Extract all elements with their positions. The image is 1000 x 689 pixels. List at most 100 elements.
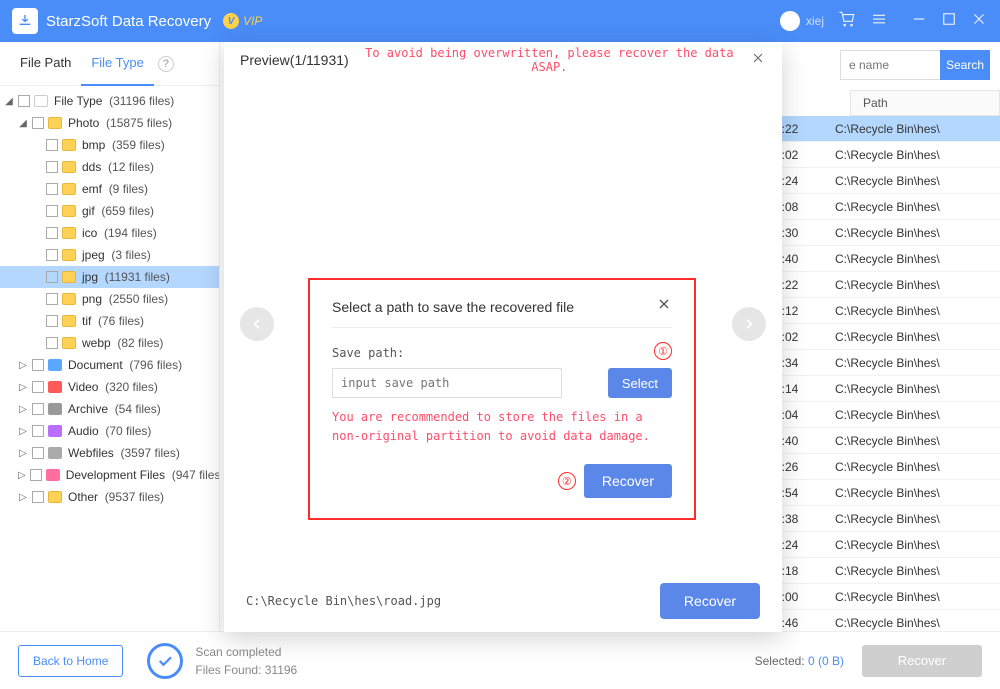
tree-node-jpeg[interactable]: jpeg (3 files) bbox=[0, 244, 219, 266]
checkbox[interactable] bbox=[32, 381, 44, 393]
tree-node-file-type[interactable]: ◢File Type (31196 files) bbox=[0, 90, 219, 112]
save-path-input[interactable] bbox=[332, 368, 562, 398]
result-row[interactable]: 9:08C:\Recycle Bin\hes\ bbox=[775, 194, 1000, 220]
checkbox[interactable] bbox=[46, 227, 58, 239]
tree-node-video[interactable]: ▷Video (320 files) bbox=[0, 376, 219, 398]
user-avatar-icon[interactable] bbox=[780, 11, 800, 31]
checkbox[interactable] bbox=[46, 293, 58, 305]
tree-node-photo[interactable]: ◢Photo (15875 files) bbox=[0, 112, 219, 134]
result-row[interactable]: 3:38C:\Recycle Bin\hes\ bbox=[775, 506, 1000, 532]
result-row[interactable]: 5:04C:\Recycle Bin\hes\ bbox=[775, 402, 1000, 428]
tree-node-png[interactable]: png (2550 files) bbox=[0, 288, 219, 310]
result-row[interactable]: 6:02C:\Recycle Bin\hes\ bbox=[775, 324, 1000, 350]
checkbox[interactable] bbox=[46, 139, 58, 151]
preview-warning: To avoid being overwritten, please recov… bbox=[349, 46, 750, 74]
result-row[interactable]: 1:46C:\Recycle Bin\hes\ bbox=[775, 610, 1000, 631]
result-row[interactable]: 4:26C:\Recycle Bin\hes\ bbox=[775, 454, 1000, 480]
tree-node-document[interactable]: ▷Document (796 files) bbox=[0, 354, 219, 376]
result-row[interactable]: 8:30C:\Recycle Bin\hes\ bbox=[775, 220, 1000, 246]
caret-icon[interactable]: ◢ bbox=[18, 118, 28, 129]
save-dialog-close-icon[interactable] bbox=[656, 296, 672, 317]
result-row[interactable]: 5:14C:\Recycle Bin\hes\ bbox=[775, 376, 1000, 402]
preview-file-path: C:\Recycle Bin\hes\road.jpg bbox=[246, 594, 660, 608]
checkbox[interactable] bbox=[32, 447, 44, 459]
tab-file-type[interactable]: File Type bbox=[81, 42, 154, 86]
folder-icon bbox=[62, 271, 76, 283]
tree-node-jpg[interactable]: jpg (11931 files) bbox=[0, 266, 219, 288]
back-home-button[interactable]: Back to Home bbox=[18, 645, 123, 677]
result-row[interactable]: 3:24C:\Recycle Bin\hes\ bbox=[775, 532, 1000, 558]
caret-icon[interactable]: ▷ bbox=[18, 426, 28, 437]
menu-icon[interactable] bbox=[870, 10, 888, 33]
save-recover-button[interactable]: Recover bbox=[584, 464, 672, 498]
checkbox[interactable] bbox=[32, 491, 44, 503]
tree-node-gif[interactable]: gif (659 files) bbox=[0, 200, 219, 222]
result-path: C:\Recycle Bin\hes\ bbox=[825, 408, 940, 422]
checkbox[interactable] bbox=[30, 469, 42, 481]
preview-title: Preview(1/11931) bbox=[240, 52, 349, 68]
caret-icon[interactable]: ▷ bbox=[18, 448, 28, 459]
result-row[interactable]: 0:22C:\Recycle Bin\hes\ bbox=[775, 116, 1000, 142]
preview-recover-button[interactable]: Recover bbox=[660, 583, 760, 619]
select-path-button[interactable]: Select bbox=[608, 368, 672, 398]
maximize-icon[interactable] bbox=[940, 10, 958, 33]
tree-label: jpeg bbox=[82, 248, 105, 262]
checkbox[interactable] bbox=[46, 161, 58, 173]
result-row[interactable]: 3:54C:\Recycle Bin\hes\ bbox=[775, 480, 1000, 506]
tree-node-development-files[interactable]: ▷Development Files (947 files) bbox=[0, 464, 219, 486]
preview-next-icon[interactable] bbox=[732, 307, 766, 341]
tree-node-webp[interactable]: webp (82 files) bbox=[0, 332, 219, 354]
selected-label: Selected: bbox=[755, 654, 808, 668]
tree-count: (15875 files) bbox=[106, 116, 172, 130]
result-row[interactable]: 9:24C:\Recycle Bin\hes\ bbox=[775, 168, 1000, 194]
tree-node-webfiles[interactable]: ▷Webfiles (3597 files) bbox=[0, 442, 219, 464]
caret-icon[interactable]: ◢ bbox=[4, 96, 14, 107]
preview-close-icon[interactable] bbox=[750, 50, 766, 71]
file-type-tree[interactable]: ◢File Type (31196 files)◢Photo (15875 fi… bbox=[0, 86, 219, 631]
minimize-icon[interactable] bbox=[910, 10, 928, 33]
results-list[interactable]: 0:22C:\Recycle Bin\hes\0:02C:\Recycle Bi… bbox=[775, 116, 1000, 631]
search-button[interactable]: Search bbox=[940, 50, 990, 80]
tree-node-ico[interactable]: ico (194 files) bbox=[0, 222, 219, 244]
tree-node-emf[interactable]: emf (9 files) bbox=[0, 178, 219, 200]
caret-icon[interactable]: ▷ bbox=[18, 404, 28, 415]
checkbox[interactable] bbox=[46, 249, 58, 261]
tree-node-tif[interactable]: tif (76 files) bbox=[0, 310, 219, 332]
result-row[interactable]: 2:18C:\Recycle Bin\hes\ bbox=[775, 558, 1000, 584]
caret-icon[interactable]: ▷ bbox=[18, 360, 28, 371]
result-path: C:\Recycle Bin\hes\ bbox=[825, 564, 940, 578]
caret-icon[interactable]: ▷ bbox=[18, 382, 28, 393]
result-row[interactable]: 5:34C:\Recycle Bin\hes\ bbox=[775, 350, 1000, 376]
checkbox[interactable] bbox=[46, 183, 58, 195]
checkbox[interactable] bbox=[32, 359, 44, 371]
checkbox[interactable] bbox=[46, 337, 58, 349]
result-row[interactable]: 6:22C:\Recycle Bin\hes\ bbox=[775, 272, 1000, 298]
tree-node-bmp[interactable]: bmp (359 files) bbox=[0, 134, 219, 156]
help-icon[interactable]: ? bbox=[158, 56, 174, 72]
result-time: 8:30 bbox=[775, 226, 825, 240]
close-window-icon[interactable] bbox=[970, 10, 988, 33]
result-row[interactable]: 0:02C:\Recycle Bin\hes\ bbox=[775, 142, 1000, 168]
tree-node-dds[interactable]: dds (12 files) bbox=[0, 156, 219, 178]
search-input[interactable] bbox=[840, 50, 940, 80]
checkbox[interactable] bbox=[32, 403, 44, 415]
result-row[interactable]: 2:00C:\Recycle Bin\hes\ bbox=[775, 584, 1000, 610]
tree-node-archive[interactable]: ▷Archive (54 files) bbox=[0, 398, 219, 420]
checkbox[interactable] bbox=[18, 95, 30, 107]
tab-file-path[interactable]: File Path bbox=[10, 42, 81, 86]
caret-icon[interactable]: ▷ bbox=[18, 492, 28, 503]
preview-prev-icon[interactable] bbox=[240, 307, 274, 341]
cart-icon[interactable] bbox=[838, 10, 856, 33]
checkbox[interactable] bbox=[46, 315, 58, 327]
result-row[interactable]: 6:12C:\Recycle Bin\hes\ bbox=[775, 298, 1000, 324]
checkbox[interactable] bbox=[46, 271, 58, 283]
result-row[interactable]: 4:40C:\Recycle Bin\hes\ bbox=[775, 428, 1000, 454]
caret-icon[interactable]: ▷ bbox=[18, 470, 26, 481]
tree-node-audio[interactable]: ▷Audio (70 files) bbox=[0, 420, 219, 442]
checkbox[interactable] bbox=[46, 205, 58, 217]
recover-footer-button[interactable]: Recover bbox=[862, 645, 982, 677]
checkbox[interactable] bbox=[32, 117, 44, 129]
checkbox[interactable] bbox=[32, 425, 44, 437]
tree-node-other[interactable]: ▷Other (9537 files) bbox=[0, 486, 219, 508]
result-row[interactable]: 6:40C:\Recycle Bin\hes\ bbox=[775, 246, 1000, 272]
